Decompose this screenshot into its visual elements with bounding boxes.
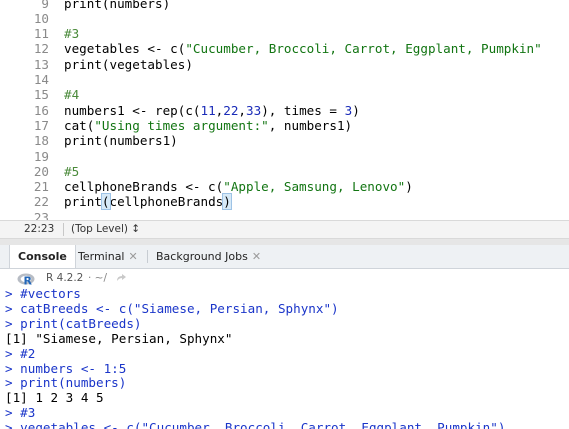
- code-token: ): [352, 102, 360, 118]
- line-number: 11: [33, 26, 49, 42]
- code-token: print(numbers1): [64, 133, 178, 149]
- code-token: (: [100, 193, 111, 211]
- code-token: "Using times argument:": [94, 117, 269, 133]
- code-token: print(numbers): [64, 0, 171, 11]
- code-text: print(vegetables): [64, 57, 193, 72]
- console-command-line: > #3: [5, 405, 36, 421]
- code-token: cat(: [64, 117, 95, 133]
- code-line[interactable]: 20 #5: [0, 164, 569, 179]
- code-token: cellphoneBrands <- c(: [64, 179, 224, 195]
- status-divider: [63, 223, 64, 236]
- r-version: R 4.2.2: [46, 272, 84, 284]
- code-token: "Cucumber, Broccoli, Carrot, Eggplant, P…: [185, 41, 542, 57]
- console-command-line: > catBreeds <- c("Siamese, Persian, Sphy…: [5, 300, 339, 316]
- code-line[interactable]: 13 print(vegetables): [0, 57, 569, 72]
- code-line[interactable]: 22 print(cellphoneBrands): [0, 193, 569, 211]
- code-token: cellphoneBrands: [109, 194, 224, 210]
- code-token: ,: [238, 102, 247, 118]
- code-token: #5: [64, 163, 80, 179]
- tab-console[interactable]: Console: [9, 245, 76, 268]
- line-number: 15: [33, 87, 49, 103]
- console-output-line: [1] "Siamese, Persian, Sphynx": [5, 330, 233, 346]
- code-token: 22: [223, 102, 239, 118]
- code-token: 33: [246, 102, 262, 118]
- code-line[interactable]: 23: [0, 210, 569, 220]
- line-number: 22: [33, 194, 49, 210]
- console-output[interactable]: > #vectors > catBreeds <- c("Siamese, Per…: [0, 289, 569, 429]
- code-line[interactable]: 15 #4: [0, 87, 569, 102]
- code-text: vegetables <- c("Cucumber, Broccoli, Car…: [64, 41, 542, 56]
- code-token: vegetables <- c(: [64, 41, 186, 57]
- code-token: numbers1 <- rep(c(: [64, 102, 201, 118]
- svg-text:R: R: [24, 275, 33, 287]
- code-line[interactable]: 14: [0, 72, 569, 87]
- code-text: cellphoneBrands <- c("Apple, Samsung, Le…: [64, 179, 413, 194]
- line-number: 17: [33, 117, 49, 133]
- tab-background-jobs-label: Background Jobs: [156, 250, 248, 263]
- code-line[interactable]: 21 cellphoneBrands <- c("Apple, Samsung, …: [0, 179, 569, 194]
- line-number: 13: [33, 56, 49, 72]
- console-tab-bar: Console Terminal ✕ Background Jobs ✕: [0, 245, 569, 269]
- code-line[interactable]: 19: [0, 149, 569, 164]
- close-icon[interactable]: ✕: [252, 250, 261, 263]
- code-token: ): [222, 193, 232, 211]
- line-number: 16: [33, 102, 49, 118]
- code-token: ), times =: [261, 102, 345, 118]
- code-text: #3: [64, 26, 79, 41]
- code-line[interactable]: 10: [0, 11, 569, 26]
- code-line[interactable]: 18 print(numbers1): [0, 133, 569, 148]
- code-token: 11: [200, 102, 216, 118]
- tab-terminal[interactable]: Terminal ✕: [70, 245, 146, 268]
- code-token: print: [64, 194, 102, 210]
- line-number: 21: [33, 179, 49, 195]
- cursor-position: 22:23: [24, 223, 55, 235]
- tab-terminal-label: Terminal: [78, 250, 125, 263]
- console-output-line: [1] 1 2 3 4 5: [5, 390, 104, 406]
- line-number: 9: [41, 0, 49, 11]
- line-number: 14: [33, 72, 49, 87]
- code-token: , numbers1): [268, 117, 353, 133]
- code-text: print(numbers1): [64, 133, 178, 148]
- code-text: #5: [64, 164, 79, 179]
- code-line[interactable]: 16 numbers1 <- rep(c(11,22,33), times = 3…: [0, 103, 569, 118]
- code-text: #4: [64, 87, 79, 102]
- arrow-icon[interactable]: [115, 272, 127, 284]
- close-icon[interactable]: ✕: [129, 250, 138, 263]
- code-token: "Apple, Samsung, Lenovo": [223, 179, 406, 195]
- tab-console-label: Console: [18, 250, 67, 263]
- line-number: 19: [33, 148, 49, 164]
- code-token: ): [405, 179, 413, 195]
- console-command-line: > print(catBreeds): [5, 315, 142, 331]
- line-number: 20: [33, 163, 49, 179]
- line-number: 12: [33, 41, 49, 57]
- console-command-line: > #2: [5, 345, 36, 361]
- console-command-line: > print(numbers): [5, 375, 127, 391]
- console-command-line: > numbers <- 1:5: [5, 360, 127, 376]
- r-logo-icon: R: [17, 273, 35, 287]
- line-number: 18: [33, 133, 49, 149]
- editor-status-bar: 22:23 (Top Level) ↕: [0, 220, 569, 239]
- code-text: print(cellphoneBrands): [64, 193, 232, 211]
- code-line[interactable]: 11 #3: [0, 26, 569, 41]
- console-command-line: > vegetables <- c("Cucumber, Broccoli, C…: [5, 420, 506, 429]
- code-token: print(vegetables): [64, 56, 193, 72]
- code-line[interactable]: 12 vegetables <- c("Cucumber, Broccoli, C…: [0, 41, 569, 56]
- scope-selector[interactable]: (Top Level) ↕: [71, 223, 140, 235]
- code-line[interactable]: 9 print(numbers): [0, 0, 569, 11]
- code-line[interactable]: 17 cat("Using times argument:", numbers1): [0, 118, 569, 133]
- line-number: 10: [33, 10, 49, 26]
- code-text: cat("Using times argument:", numbers1): [64, 118, 352, 133]
- code-token: #3: [64, 26, 80, 42]
- line-number: 23: [33, 209, 49, 220]
- console-toolbar: R R 4.2.2 · ~/: [0, 269, 569, 289]
- code-editor[interactable]: 9 print(numbers) 10 11 #3 12 vegetables <- c("…: [0, 0, 569, 220]
- tab-background-jobs[interactable]: Background Jobs ✕: [148, 245, 269, 268]
- code-text: numbers1 <- rep(c(11,22,33), times = 3): [64, 103, 360, 118]
- working-directory[interactable]: · ~/: [88, 272, 107, 284]
- code-token: #4: [64, 87, 80, 103]
- code-text: print(numbers): [64, 0, 170, 11]
- console-command-line: > #vectors: [5, 289, 81, 301]
